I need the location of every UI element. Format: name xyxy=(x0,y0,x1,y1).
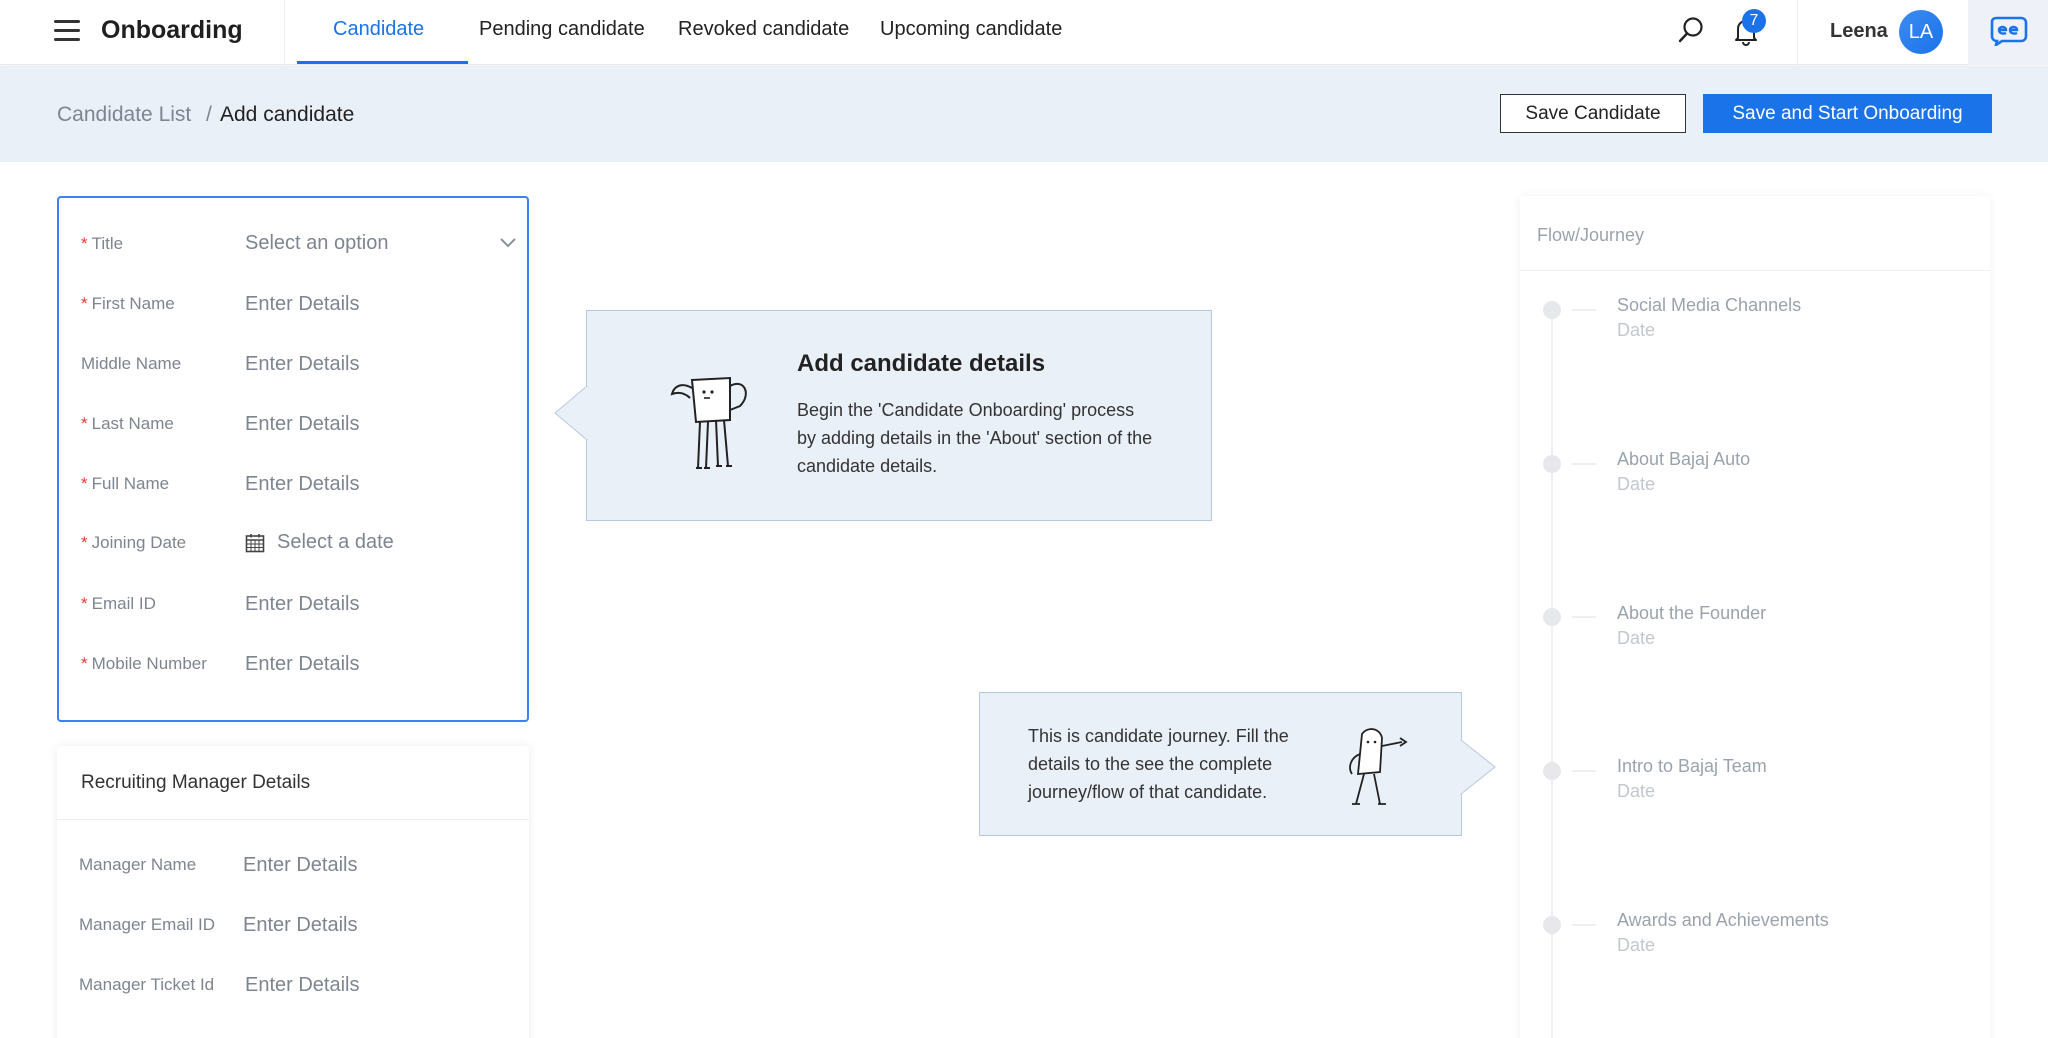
timeline-dot xyxy=(1543,916,1561,934)
timeline-dot xyxy=(1543,762,1561,780)
email-field-row: * Email ID xyxy=(81,586,521,626)
middle-name-input[interactable] xyxy=(245,346,485,382)
tab-pending-candidate[interactable]: Pending candidate xyxy=(479,18,645,41)
full-name-label: * Full Name xyxy=(81,474,170,493)
save-candidate-button[interactable]: Save Candidate xyxy=(1500,94,1686,133)
add-details-hint-text: Begin the 'Candidate Onboarding' process… xyxy=(797,400,1153,476)
candidate-form-card: *Title Select an option *First Name Midd… xyxy=(57,196,529,722)
manager-ticket-field-row: Manager Ticket Id xyxy=(79,967,519,1007)
hamburger-menu-icon[interactable] xyxy=(54,20,80,42)
journey-hint-text: This is candidate journey. Fill the deta… xyxy=(1028,726,1289,802)
add-details-hint-title: Add candidate details xyxy=(797,350,1046,377)
chevron-down-icon[interactable] xyxy=(499,236,517,248)
tab-revoked-candidate[interactable]: Revoked candidate xyxy=(678,18,849,41)
mobile-number-field-row: * Mobile Number xyxy=(81,646,521,686)
flow-step-name[interactable]: Awards and Achievements xyxy=(1617,910,1829,931)
first-name-input[interactable] xyxy=(245,286,485,322)
full-name-input[interactable] xyxy=(245,466,485,502)
manager-ticket-label: Manager Ticket Id xyxy=(79,975,215,994)
flow-step-date: Date xyxy=(1617,320,1656,340)
required-asterisk: * xyxy=(81,294,88,313)
manager-name-label: Manager Name xyxy=(79,855,197,874)
calendar-icon[interactable] xyxy=(245,533,265,553)
joining-date-label: * Joining Date xyxy=(81,533,187,552)
title-select[interactable]: Select an option xyxy=(245,232,388,255)
breadcrumb-candidate-list[interactable]: Candidate List xyxy=(57,103,191,127)
user-name[interactable]: Leena xyxy=(1830,20,1888,43)
email-input[interactable] xyxy=(245,586,485,622)
required-asterisk: * xyxy=(81,414,88,433)
timeline-connector xyxy=(1572,770,1596,772)
manager-email-input[interactable] xyxy=(243,907,483,943)
joining-date-picker[interactable]: Select a date xyxy=(277,531,394,554)
first-name-label: * First Name xyxy=(81,294,175,313)
app-title: Onboarding xyxy=(101,16,243,44)
recruiting-manager-card: Recruiting Manager Details Manager Name … xyxy=(57,746,529,1038)
flow-step-date: Date xyxy=(1617,935,1656,955)
mobile-number-label: * Mobile Number xyxy=(81,654,207,673)
timeline-dot xyxy=(1543,608,1561,626)
first-name-field-row: * First Name xyxy=(81,286,521,326)
timeline-dot xyxy=(1543,301,1561,319)
manager-name-field-row: Manager Name xyxy=(79,847,519,887)
joining-date-field-row: * Joining Date Select a date xyxy=(81,525,521,565)
timeline-dot xyxy=(1543,455,1561,473)
timeline-connector xyxy=(1572,463,1596,465)
timeline-connector xyxy=(1572,924,1596,926)
full-name-field-row: * Full Name xyxy=(81,466,521,506)
required-asterisk: * xyxy=(81,654,88,673)
tab-upcoming-candidate[interactable]: Upcoming candidate xyxy=(880,18,1062,41)
timeline-connector xyxy=(1572,309,1596,311)
card-divider xyxy=(57,819,529,820)
manager-ticket-input[interactable] xyxy=(245,967,485,1003)
timeline-connector xyxy=(1572,616,1596,618)
flow-step-name[interactable]: About the Founder xyxy=(1617,603,1766,624)
middle-name-label: Middle Name xyxy=(81,354,182,373)
flow-step-name[interactable]: Intro to Bajaj Team xyxy=(1617,756,1767,777)
required-asterisk: * xyxy=(81,474,88,493)
mobile-number-input[interactable] xyxy=(245,646,485,682)
last-name-input[interactable] xyxy=(245,406,485,442)
flow-journey-title: Flow/Journey xyxy=(1537,225,1645,245)
last-name-label: * Last Name xyxy=(81,414,174,433)
nav-divider-right xyxy=(1797,0,1798,65)
required-asterisk: * xyxy=(81,594,88,613)
required-asterisk: * xyxy=(81,533,88,552)
flow-step-date: Date xyxy=(1617,781,1656,801)
flow-step-date: Date xyxy=(1617,628,1656,648)
callout-pointer xyxy=(554,386,588,440)
flow-step-name[interactable]: Social Media Channels xyxy=(1617,295,1801,316)
nav-divider xyxy=(284,0,285,65)
breadcrumb-current: Add candidate xyxy=(220,103,355,126)
required-asterisk: * xyxy=(81,234,88,253)
pointing-mascot-illustration-icon xyxy=(1349,728,1408,805)
title-field-row: * Title Select an option xyxy=(81,226,521,266)
recruiting-manager-title: Recruiting Manager Details xyxy=(81,772,311,793)
notification-count-badge: 7 xyxy=(1742,9,1766,33)
callout-pointer xyxy=(1460,740,1496,794)
manager-email-label: Manager Email ID xyxy=(79,915,216,934)
card-divider xyxy=(1520,270,1990,271)
active-tab-indicator xyxy=(297,61,468,64)
user-avatar[interactable]: LA xyxy=(1899,10,1943,54)
mascot-illustration-icon xyxy=(670,376,747,469)
last-name-field-row: * Last Name xyxy=(81,406,521,446)
manager-email-field-row: Manager Email ID xyxy=(79,907,519,947)
middle-name-field-row: Middle Name xyxy=(81,346,521,386)
brand-logo-icon[interactable] xyxy=(1988,16,2028,46)
flow-step-date: Date xyxy=(1617,474,1656,494)
breadcrumb-separator: / xyxy=(206,103,212,126)
manager-name-input[interactable] xyxy=(243,847,483,883)
save-and-start-onboarding-button[interactable]: Save and Start Onboarding xyxy=(1703,94,1992,133)
tab-candidate[interactable]: Candidate xyxy=(333,18,424,41)
flow-step-name[interactable]: About Bajaj Auto xyxy=(1617,449,1750,470)
email-label: * Email ID xyxy=(81,594,156,613)
title-label: * Title xyxy=(81,234,124,253)
search-icon[interactable] xyxy=(1677,16,1705,44)
